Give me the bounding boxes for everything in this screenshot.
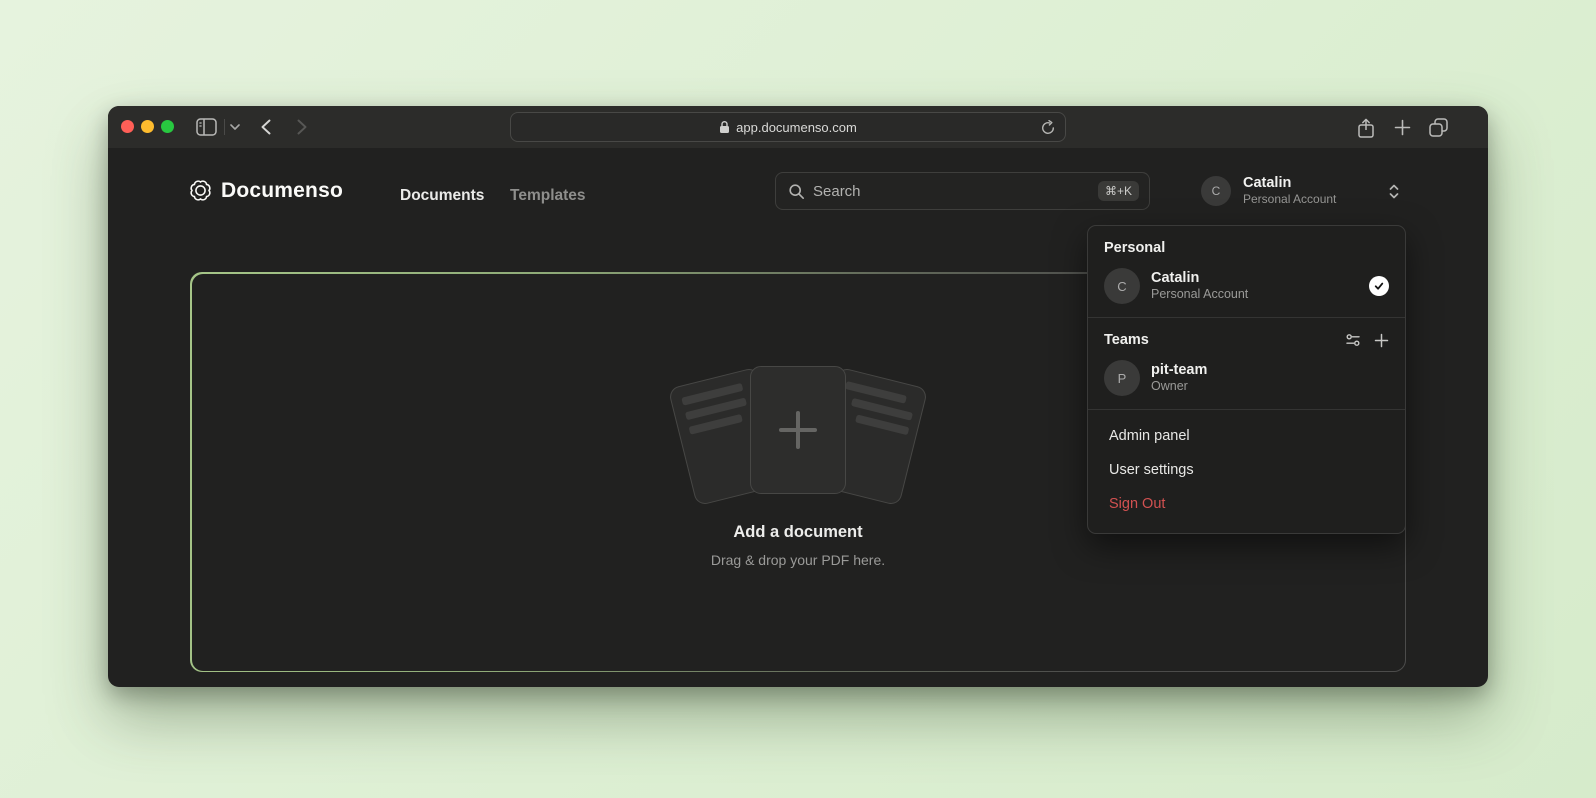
document-stack-illustration — [673, 364, 923, 504]
minimize-window-button[interactable] — [141, 120, 154, 133]
add-document-plus-icon — [779, 411, 817, 449]
browser-titlebar: app.documenso.com — [108, 106, 1488, 148]
personal-section: Personal C Catalin Personal Account — [1088, 226, 1405, 317]
share-icon[interactable] — [1356, 117, 1376, 138]
account-menu-button[interactable]: C Catalin Personal Account — [1201, 169, 1401, 213]
browser-window: app.documenso.com Documenso Documents — [108, 106, 1488, 687]
brand-home-link[interactable]: Documenso — [188, 178, 343, 203]
address-bar[interactable]: app.documenso.com — [510, 112, 1066, 142]
menu-actions-section: Admin panel User settings Sign Out — [1088, 409, 1405, 533]
personal-account-item[interactable]: C Catalin Personal Account — [1104, 268, 1389, 304]
selected-check-icon — [1369, 276, 1389, 296]
reload-icon[interactable] — [1040, 120, 1056, 141]
team-role: Owner — [1151, 379, 1389, 394]
forward-button[interactable] — [294, 118, 310, 136]
tab-overview-icon[interactable] — [1428, 117, 1448, 137]
lock-icon — [719, 120, 730, 134]
dropzone-subtitle: Drag & drop your PDF here. — [192, 552, 1405, 568]
nav-templates[interactable]: Templates — [510, 187, 586, 205]
account-dropdown-menu: Personal C Catalin Personal Account Team… — [1087, 225, 1406, 534]
titlebar-separator — [224, 119, 225, 135]
nav-documents[interactable]: Documents — [400, 187, 484, 205]
search-bar: ⌘+K — [775, 172, 1150, 210]
team-name: pit-team — [1151, 362, 1389, 379]
team-item[interactable]: P pit-team Owner — [1104, 360, 1389, 396]
url-text: app.documenso.com — [736, 120, 857, 135]
manage-teams-icon[interactable] — [1345, 332, 1361, 348]
personal-account-avatar: C — [1104, 268, 1140, 304]
menu-item-admin-panel[interactable]: Admin panel — [1088, 419, 1405, 453]
menu-item-sign-out[interactable]: Sign Out — [1088, 487, 1405, 521]
account-name: Catalin — [1243, 175, 1375, 192]
menu-item-user-settings[interactable]: User settings — [1088, 453, 1405, 487]
documenso-logo-icon — [188, 178, 213, 203]
account-subtitle: Personal Account — [1243, 192, 1375, 207]
back-button[interactable] — [258, 118, 274, 136]
team-avatar: P — [1104, 360, 1140, 396]
desktop: app.documenso.com Documenso Documents — [0, 0, 1596, 798]
personal-section-title: Personal — [1104, 240, 1165, 256]
chevrons-up-down-icon — [1387, 183, 1401, 200]
personal-account-subtitle: Personal Account — [1151, 287, 1358, 302]
sidebar-toggle-icon[interactable] — [195, 116, 218, 137]
search-icon — [788, 183, 805, 200]
add-team-icon[interactable] — [1374, 333, 1389, 348]
new-tab-plus-icon[interactable] — [1393, 118, 1411, 136]
document-card-center — [750, 366, 846, 494]
close-window-button[interactable] — [121, 120, 134, 133]
personal-account-name: Catalin — [1151, 270, 1358, 287]
account-avatar: C — [1201, 176, 1231, 206]
search-shortcut-badge: ⌘+K — [1098, 181, 1139, 201]
brand-name: Documenso — [221, 179, 343, 203]
teams-section-title: Teams — [1104, 332, 1149, 348]
teams-section: Teams P pit-team Owner — [1088, 317, 1405, 409]
search-input[interactable] — [813, 183, 1090, 200]
chevron-down-icon[interactable] — [229, 123, 241, 131]
zoom-window-button[interactable] — [161, 120, 174, 133]
